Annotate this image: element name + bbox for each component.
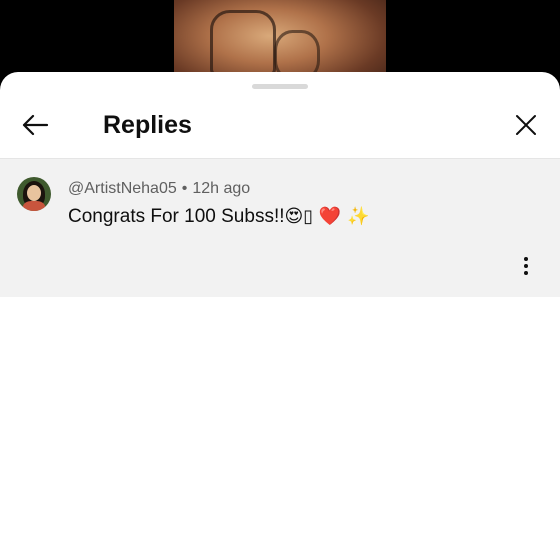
parent-comment: @ArtistNeha05 • 12h ago Congrats For 100 S… bbox=[0, 159, 560, 297]
more-vert-icon bbox=[524, 257, 528, 275]
comment-author[interactable]: @ArtistNeha05 bbox=[68, 180, 177, 197]
drag-handle[interactable] bbox=[252, 84, 308, 89]
page-title: Replies bbox=[103, 111, 192, 139]
replies-sheet: Replies @ArtistNeha05 • 12h ago Congrats F… bbox=[0, 72, 560, 560]
close-button[interactable] bbox=[509, 108, 543, 142]
more-options-button[interactable] bbox=[516, 252, 536, 280]
comment-body: Congrats For 100 Subss!!😍▯ ❤️ ✨ bbox=[68, 205, 369, 229]
meta-separator: • bbox=[181, 180, 188, 197]
comment-meta: @ArtistNeha05 • 12h ago bbox=[68, 178, 250, 200]
comment-time: 12h ago bbox=[192, 180, 251, 197]
video-figure bbox=[210, 10, 276, 76]
close-icon bbox=[516, 115, 536, 135]
comment-emojis: 😍▯ ❤️ ✨ bbox=[284, 206, 370, 227]
back-arrow-icon bbox=[22, 114, 49, 136]
avatar[interactable] bbox=[17, 177, 51, 211]
sheet-header: Replies bbox=[0, 92, 560, 158]
comment-text: Congrats For 100 Subss!! bbox=[68, 206, 285, 227]
back-button[interactable] bbox=[18, 108, 52, 142]
